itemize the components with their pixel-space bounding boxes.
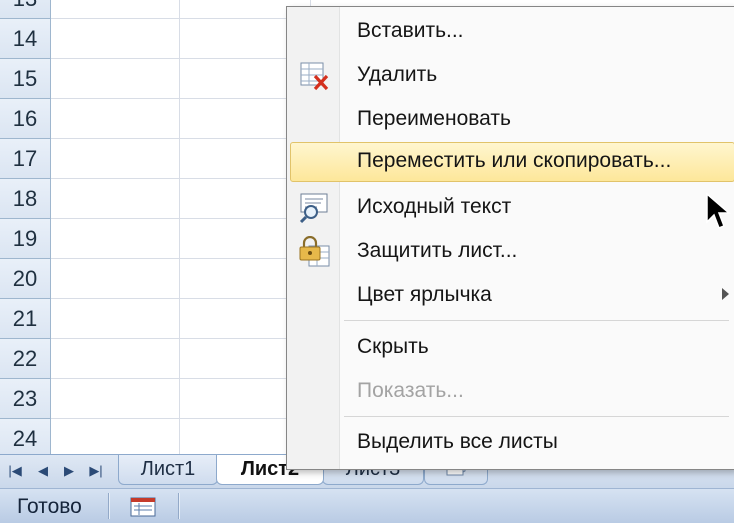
menu-separator [344, 416, 729, 417]
menu-item-hide[interactable]: Скрыть [290, 328, 734, 368]
row-header[interactable]: 24 [0, 419, 51, 454]
submenu-arrow-icon [722, 288, 729, 300]
grid-cell[interactable] [51, 379, 180, 419]
menu-item-label: Вставить... [357, 19, 464, 42]
status-bar: Готово [0, 488, 734, 523]
status-separator [178, 493, 180, 519]
menu-item-move-or-copy[interactable]: Переместить или скопировать... [290, 142, 734, 182]
grid-cell[interactable] [51, 219, 180, 259]
grid-cell[interactable] [51, 139, 180, 179]
menu-item-label: Исходный текст [357, 195, 512, 218]
grid-cell[interactable] [51, 179, 180, 219]
row-header[interactable]: 14 [0, 19, 51, 59]
record-macro-button[interactable] [128, 496, 158, 518]
menu-item-select-all-sheets[interactable]: Выделить все листы [290, 423, 734, 463]
menu-item-insert[interactable]: Вставить... [290, 12, 734, 52]
menu-item-unhide: Показать... [290, 372, 734, 412]
status-text: Готово [17, 495, 82, 518]
menu-separator [344, 320, 729, 321]
row-header[interactable]: 13 [0, 0, 51, 19]
menu-item-view-code[interactable]: Исходный текст [290, 188, 734, 228]
record-macro-icon [130, 497, 156, 517]
grid-cell[interactable] [51, 59, 180, 99]
menu-item-label: Скрыть [357, 335, 429, 358]
grid-cell[interactable] [51, 99, 180, 139]
view-code-icon [297, 192, 331, 224]
menu-item-label: Защитить лист... [357, 239, 518, 262]
mouse-cursor-icon [706, 192, 731, 229]
grid-cell[interactable] [51, 19, 180, 59]
status-separator [108, 493, 110, 519]
grid-cell[interactable] [51, 339, 180, 379]
row-header[interactable]: 19 [0, 219, 51, 259]
grid-cell[interactable] [51, 419, 180, 454]
menu-item-label: Удалить [357, 63, 438, 86]
sheet-tab-context-menu: Вставить... Удалить Переименовать Переме… [286, 6, 734, 470]
prev-sheet-button[interactable]: ◀ [34, 461, 52, 481]
grid-cell[interactable] [51, 299, 180, 339]
last-sheet-button[interactable]: ▶| [87, 461, 105, 481]
menu-item-label: Переместить или скопировать... [357, 149, 672, 172]
menu-item-protect-sheet[interactable]: Защитить лист... [290, 232, 734, 272]
row-header[interactable]: 22 [0, 339, 51, 379]
grid-cell[interactable] [51, 0, 180, 19]
menu-item-rename[interactable]: Переименовать [290, 100, 734, 140]
sheet-tab-1[interactable]: Лист1 [118, 455, 218, 485]
row-header[interactable]: 21 [0, 299, 51, 339]
row-header[interactable]: 16 [0, 99, 51, 139]
row-header[interactable]: 23 [0, 379, 51, 419]
menu-item-tab-color[interactable]: Цвет ярлычка [290, 276, 734, 316]
next-sheet-button[interactable]: ▶ [60, 461, 78, 481]
protect-sheet-icon [297, 235, 331, 268]
menu-item-label: Выделить все листы [357, 430, 558, 453]
row-header[interactable]: 20 [0, 259, 51, 299]
menu-item-label: Переименовать [357, 107, 511, 130]
menu-item-label: Показать... [357, 379, 464, 402]
row-header[interactable]: 17 [0, 139, 51, 179]
first-sheet-button[interactable]: |◀ [6, 461, 24, 481]
menu-item-delete[interactable]: Удалить [290, 56, 734, 96]
menu-item-label: Цвет ярлычка [357, 283, 492, 306]
grid-cell[interactable] [51, 259, 180, 299]
delete-sheet-icon [297, 60, 331, 92]
row-header[interactable]: 15 [0, 59, 51, 99]
row-header[interactable]: 18 [0, 179, 51, 219]
